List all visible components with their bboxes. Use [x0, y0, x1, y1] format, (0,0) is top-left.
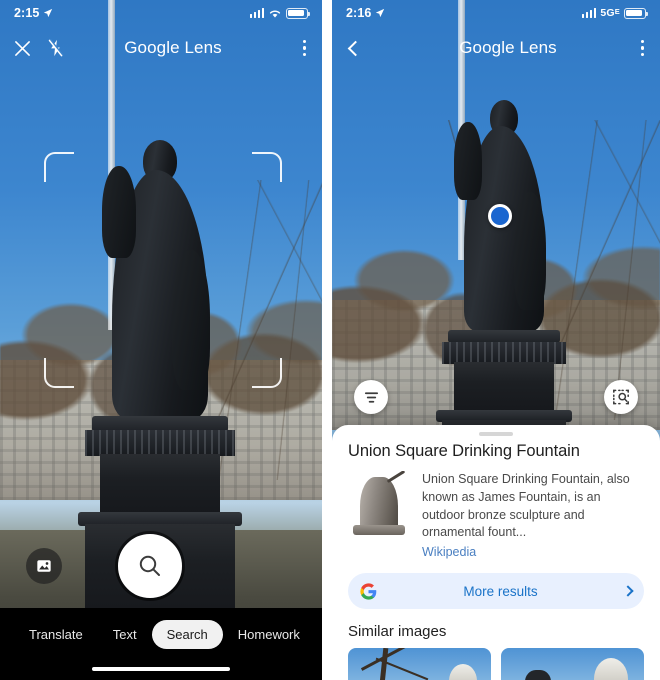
statue-child-left	[102, 166, 136, 258]
network-type: 5G	[600, 7, 615, 19]
left-phone-screen: 2:15 Google Lens Translate Text Search H…	[0, 0, 322, 680]
battery-icon	[624, 7, 649, 19]
crop-search-icon	[613, 389, 629, 405]
flash-off-icon[interactable]	[47, 39, 64, 57]
filter-button[interactable]	[354, 380, 388, 414]
google-g-logo	[360, 582, 377, 600]
app-bar-right-actions	[612, 39, 660, 57]
kebab-menu-icon[interactable]	[640, 39, 644, 57]
network-suffix: E	[614, 7, 620, 16]
location-arrow-icon	[44, 8, 53, 18]
lens-selection-dot[interactable]	[488, 204, 512, 228]
app-title: Google Lens	[72, 38, 274, 58]
mode-tab-bar: Translate Text Search Homework Shopping	[0, 608, 322, 680]
similar-image-2[interactable]	[501, 648, 644, 680]
statue-plinth-upper	[454, 362, 554, 412]
home-indicator-bar	[92, 666, 230, 671]
wifi-icon	[269, 10, 281, 17]
location-arrow-icon	[376, 8, 385, 18]
app-title-lens: Lens	[514, 38, 557, 57]
status-bar: 2:15	[0, 0, 322, 26]
capture-controls	[0, 534, 322, 598]
mode-tab-search[interactable]: Search	[151, 620, 223, 649]
app-title-google: Google	[459, 38, 515, 57]
app-bar-right-actions	[274, 39, 322, 57]
statue-ornament-band	[442, 342, 566, 364]
crop-search-button[interactable]	[604, 380, 638, 414]
back-chevron-icon[interactable]	[347, 40, 364, 56]
chevron-right-icon	[622, 585, 634, 597]
statue-thumbnail[interactable]	[348, 471, 410, 535]
similar-image-1[interactable]	[348, 648, 491, 680]
statue-plinth-upper	[100, 454, 220, 514]
status-left: 2:15	[14, 6, 53, 20]
bronze-statue	[424, 92, 584, 500]
close-icon[interactable]	[14, 40, 31, 57]
app-bar: Google Lens	[0, 26, 322, 70]
network-label: 5GE	[600, 7, 620, 19]
knowledge-panel-text: Union Square Drinking Fountain, also kno…	[422, 471, 644, 561]
mode-tabs: Translate Text Search Homework Shopping	[0, 620, 322, 649]
thumbnail-base-shape	[353, 525, 405, 535]
right-phone-screen: 2:16 5GE Google Lens Union Square Drinki…	[332, 0, 660, 680]
statue-child-right	[172, 250, 210, 390]
kebab-menu-icon[interactable]	[302, 39, 306, 57]
knowledge-panel: Union Square Drinking Fountain, also kno…	[348, 471, 644, 561]
thumbnail-arm-shape	[386, 471, 406, 484]
shutter-search-button[interactable]	[118, 534, 182, 598]
result-bottom-sheet: Union Square Drinking Fountain Union Squ…	[332, 425, 660, 680]
app-bar-left-actions	[0, 39, 72, 57]
app-title: Google Lens	[404, 38, 612, 58]
statue-ornament-band	[85, 430, 235, 456]
comparison-screenshot: 2:15 Google Lens Translate Text Search H…	[0, 0, 660, 680]
app-title-lens: Lens	[179, 38, 222, 57]
app-bar-left-actions	[332, 40, 404, 56]
mode-tab-translate[interactable]: Translate	[14, 620, 98, 649]
more-results-label: More results	[463, 583, 538, 599]
cellular-bars-icon	[581, 8, 597, 18]
similar-images-row	[348, 648, 644, 680]
statue-child-right	[514, 192, 546, 310]
app-bar: Google Lens	[332, 26, 660, 70]
cellular-bars-icon	[249, 8, 264, 18]
result-title: Union Square Drinking Fountain	[348, 442, 580, 460]
more-results-button[interactable]: More results	[348, 573, 644, 609]
status-right: 5GE	[581, 7, 649, 19]
battery-icon	[286, 7, 311, 19]
mode-tab-text[interactable]: Text	[98, 620, 152, 649]
status-time: 2:16	[346, 6, 372, 20]
search-icon	[139, 555, 160, 576]
mode-tab-homework[interactable]: Homework	[223, 620, 315, 649]
status-right	[249, 7, 311, 19]
statue-child-left	[454, 122, 482, 200]
result-description: Union Square Drinking Fountain, also kno…	[422, 472, 630, 540]
mode-tab-shopping[interactable]: Shopping	[315, 620, 322, 649]
drag-handle[interactable]	[479, 432, 513, 436]
similar-images-title: Similar images	[348, 623, 447, 640]
filter-icon	[364, 391, 378, 403]
status-left: 2:16	[346, 6, 385, 20]
panel-divider	[322, 0, 332, 680]
source-link-wikipedia[interactable]: Wikipedia	[422, 545, 476, 559]
app-title-google: Google	[124, 38, 180, 57]
gallery-image-icon[interactable]	[26, 548, 62, 584]
status-bar: 2:16 5GE	[332, 0, 660, 26]
status-time: 2:15	[14, 6, 40, 20]
